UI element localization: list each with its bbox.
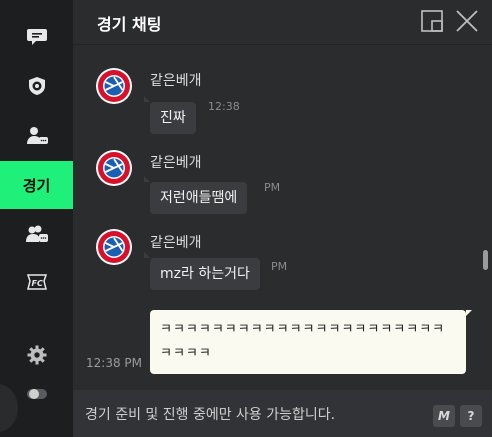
sidebar-item-club[interactable] (0, 62, 73, 110)
bayern-crest-avatar (96, 150, 132, 186)
chat-footer: 경기 준비 및 진행 중에만 사용 가능합니다. M ? (73, 390, 492, 437)
message-bubble: mz라 하는거다 (144, 252, 260, 290)
fc-logo-icon: FC (26, 274, 47, 290)
toggle-icon (26, 389, 47, 399)
my-message-time: 12:38 PM (86, 356, 142, 370)
sidebar-item-match[interactable]: 경기 (0, 161, 73, 209)
chat-log[interactable]: 같은베개 진짜 12:38 같은베개 저런애들땜에 PM 같은베개 mz라 하는… (73, 46, 492, 383)
shield-ball-icon (28, 77, 45, 95)
chat-bubble-icon (26, 29, 47, 45)
chat-scrollbar[interactable] (483, 250, 488, 270)
help-button[interactable]: ? (460, 405, 482, 427)
message-time: PM (264, 181, 281, 194)
sender-name: 같은베개 (150, 155, 202, 171)
sidebar-item-friends[interactable] (0, 112, 73, 160)
svg-text:FC: FC (31, 279, 42, 288)
chat-header: 경기 채팅 (73, 0, 492, 45)
page-title: 경기 채팅 (97, 15, 162, 34)
sidebar-item-chat[interactable] (0, 12, 73, 60)
close-icon[interactable] (455, 9, 479, 33)
bayern-crest-avatar (96, 68, 132, 104)
sender-name: 같은베개 (150, 73, 202, 89)
my-message-bubble: ㅋㅋㅋㅋㅋㅋㅋㅋㅋㅋㅋㅋㅋㅋㅋㅋㅋㅋㅋㅋㅋㅋㅋㅋㅋㅋ (150, 310, 472, 374)
message-time: 12:38 (208, 100, 240, 113)
message-bubble: 진짜 (144, 96, 196, 134)
message-time: PM (271, 260, 288, 273)
bayern-crest-avatar (96, 229, 132, 265)
gear-icon (27, 345, 46, 365)
sidebar: 경기 FC (0, 0, 73, 437)
macro-button[interactable]: M (433, 405, 455, 427)
message-bubble: 저런애들땜에 (143, 176, 248, 214)
sidebar-item-fc[interactable]: FC (0, 258, 73, 306)
sidebar-item-label: 경기 (22, 176, 51, 195)
group-chat-icon (25, 225, 48, 242)
user-chat-icon (26, 127, 48, 144)
sender-name: 같은베개 (150, 235, 202, 251)
sidebar-item-group[interactable] (0, 210, 73, 258)
availability-notice: 경기 준비 및 진행 중에만 사용 가능합니다. (85, 407, 336, 423)
popout-icon[interactable] (420, 9, 444, 33)
